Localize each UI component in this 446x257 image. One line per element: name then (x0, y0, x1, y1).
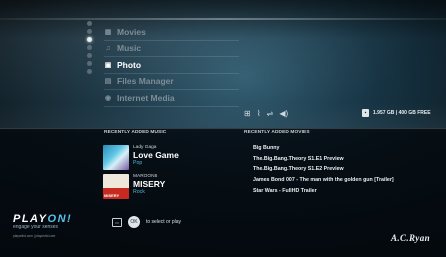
page-dot[interactable] (86, 69, 92, 74)
storage-status: ▪ 1.957 GB | 400 GB FREE (362, 109, 431, 117)
brand-links: playonhd.com | playonhd.com (13, 234, 56, 238)
menu-item-label: Photo (117, 59, 142, 70)
page-dot[interactable] (86, 45, 92, 50)
music-item[interactable]: Lady Gaga Love Game Pop (103, 145, 223, 170)
usb-icon: ⇌ (266, 109, 274, 118)
status-icons: ⊞ ⌇ ⇌ ◀) (244, 109, 288, 118)
page-dot[interactable] (86, 53, 92, 58)
movie-item[interactable]: James Bond 007 - The man with the golden… (253, 177, 443, 188)
recent-music-list: Lady Gaga Love Game Pop MISERY MAROON5 M… (103, 145, 223, 203)
music-title: MISERY (133, 179, 166, 189)
control-hint: ▭ OK to select or play (112, 216, 181, 228)
music-genre: Rock (133, 189, 145, 195)
wifi-icon: ⌇ (256, 109, 261, 118)
music-icon: ♫ (105, 44, 111, 52)
globe-icon: ◉ (104, 94, 112, 102)
hdd-icon: ▪ (362, 109, 369, 117)
page-dot[interactable] (86, 29, 92, 34)
menu-item-movies[interactable]: ▦ Movies (104, 24, 239, 41)
playon-logo: PLAYON! engage your senses playonhd.com … (13, 213, 72, 238)
recent-music-title: RECENTLY ADDED MUSIC (104, 130, 167, 135)
music-meta: MAROON5 MISERY Rock (133, 174, 165, 195)
menu-item-label: Music (117, 43, 142, 54)
menu-item-label: Files Manager (117, 76, 174, 87)
recent-movies-list: Big Bunny The.Big.Bang.Theory S1.E1 Prev… (253, 145, 443, 198)
menu-item-files-manager[interactable]: ▤ Files Manager (104, 74, 239, 90)
storage-text: 1.957 GB | 400 GB FREE (373, 110, 431, 116)
page-dot-active[interactable] (86, 37, 92, 42)
main-menu: ▦ Movies ♫ Music ▣ Photo ▤ Files Manager… (104, 24, 239, 107)
album-cover (103, 145, 129, 170)
ok-button-icon: OK (128, 216, 140, 228)
movie-item[interactable]: Big Bunny (253, 145, 443, 156)
photo-icon: ▣ (104, 61, 112, 69)
acryan-logo: A.C.Ryan (390, 233, 430, 243)
movie-item[interactable]: The.Big.Bang.Theory S1.E1 Preview (253, 156, 443, 167)
music-meta: Lady Gaga Love Game Pop (133, 145, 179, 166)
menu-item-label: Movies (117, 26, 146, 37)
music-title: Love Game (133, 150, 179, 160)
album-cover-text: MISERY (104, 193, 120, 198)
panel-divider (0, 128, 446, 129)
screen: ▦ Movies ♫ Music ▣ Photo ▤ Files Manager… (0, 0, 446, 257)
menu-item-photo[interactable]: ▣ Photo (104, 57, 239, 74)
page-dot[interactable] (86, 61, 92, 66)
page-dots (85, 18, 93, 74)
album-cover: MISERY (103, 174, 129, 199)
folder-icon: ▤ (104, 78, 112, 86)
network-icon: ⊞ (244, 109, 251, 118)
music-genre: Pop (133, 160, 143, 166)
movie-item[interactable]: Star Wars - FullHD Trailer (253, 188, 443, 199)
movie-item[interactable]: The.Big.Bang.Theory S1.E2 Preview (253, 166, 443, 177)
volume-icon: ◀) (279, 109, 289, 118)
remote-key-icon: ▭ (112, 217, 122, 227)
recent-movies-title: RECENTLY ADDED MOVIES (244, 130, 310, 135)
music-item[interactable]: MISERY MAROON5 MISERY Rock (103, 174, 223, 199)
page-dot[interactable] (86, 21, 92, 26)
hint-text: to select or play (146, 219, 182, 225)
menu-item-music[interactable]: ♫ Music (104, 41, 239, 57)
film-icon: ▦ (104, 28, 112, 36)
